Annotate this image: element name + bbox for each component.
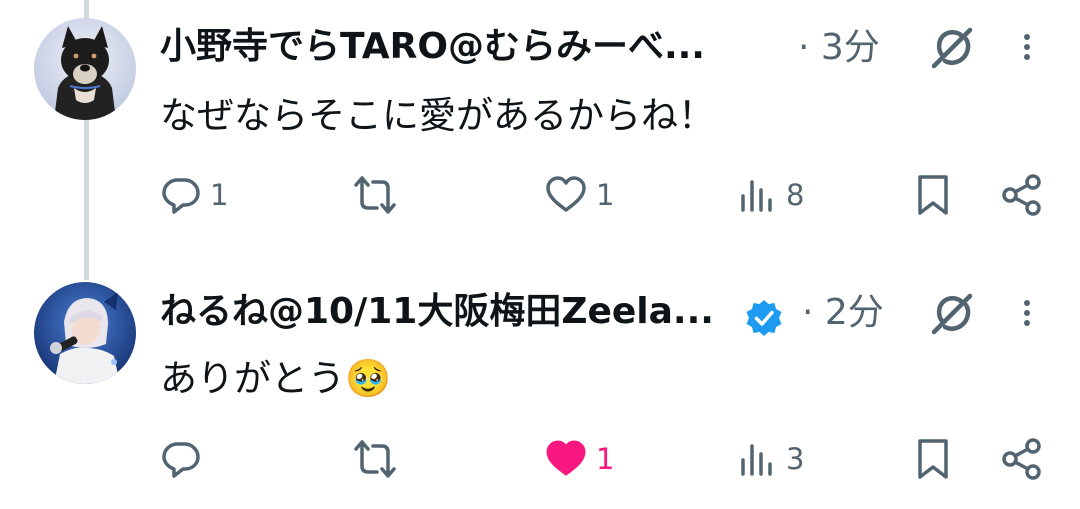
singer-avatar-image (34, 282, 136, 384)
reply-icon (162, 442, 200, 478)
dog-avatar-image (34, 18, 136, 120)
more-options-icon[interactable] (1012, 22, 1042, 72)
bookmark-icon (918, 439, 948, 479)
repost-icon (354, 440, 396, 478)
like-button[interactable]: 1 (544, 434, 614, 484)
action-bar: 1 3 (0, 434, 1080, 484)
avatar[interactable] (34, 18, 136, 120)
action-bar: 1 1 8 (0, 170, 1080, 220)
share-icon (1002, 174, 1041, 216)
views-count: 3 (786, 442, 805, 476)
bookmark-button[interactable] (914, 170, 952, 220)
grok-icon[interactable] (926, 288, 976, 338)
repost-icon (354, 176, 396, 214)
reply-post[interactable]: ねるね@10/11大阪梅田Zeela... · 2分 ありがとう🥹 1 3 (0, 268, 1080, 509)
display-name[interactable]: 小野寺でらTARO@むらみーべ... (160, 25, 705, 69)
like-button[interactable]: 1 (544, 170, 614, 220)
views-button[interactable]: 8 (738, 170, 804, 220)
avatar[interactable] (34, 282, 136, 384)
grok-icon[interactable] (926, 22, 976, 72)
reply-button[interactable] (160, 434, 210, 484)
bookmark-button[interactable] (914, 434, 952, 484)
repost-button[interactable] (352, 434, 406, 484)
like-count: 1 (596, 442, 615, 476)
post-text: なぜならそこに愛があるからね！ (160, 94, 715, 137)
views-button[interactable]: 3 (738, 434, 804, 484)
repost-button[interactable] (352, 170, 406, 220)
views-count: 8 (786, 178, 805, 212)
more-options-icon[interactable] (1012, 288, 1042, 338)
post-text: ありがとう🥹 (160, 357, 392, 400)
reply-button[interactable]: 1 (160, 170, 228, 220)
bookmark-icon (918, 175, 948, 215)
heart-icon (546, 176, 586, 212)
views-icon (741, 180, 772, 212)
display-name[interactable]: ねるね@10/11大阪梅田Zeela... (160, 290, 714, 334)
heart-filled-icon (546, 440, 586, 476)
verified-badge-icon[interactable] (744, 298, 784, 338)
share-button[interactable] (1000, 434, 1044, 484)
post-timestamp[interactable]: · 3分 (798, 26, 880, 70)
post-timestamp[interactable]: · 2分 (802, 291, 884, 335)
like-count: 1 (596, 178, 615, 212)
reply-post[interactable]: 小野寺でらTARO@むらみーべ... · 3分 なぜならそこに愛があるからね！ … (0, 0, 1080, 250)
views-icon (741, 444, 772, 476)
reply-icon (162, 178, 200, 214)
share-button[interactable] (1000, 170, 1044, 220)
reply-count: 1 (210, 178, 229, 212)
share-icon (1002, 438, 1041, 480)
